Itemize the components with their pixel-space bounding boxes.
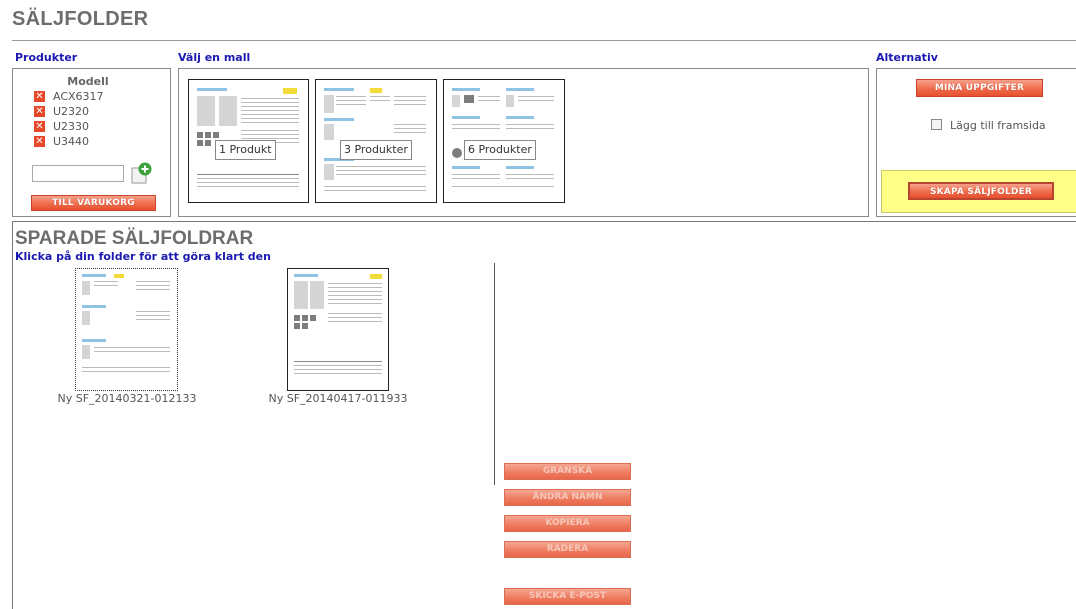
product-item: ✕ U2320 bbox=[34, 104, 104, 119]
product-item: ✕ ACX6317 bbox=[34, 89, 104, 104]
saved-folder-name[interactable]: Ny SF_20140417-011933 bbox=[258, 392, 418, 405]
create-highlight-area: SKAPA SÄLJFOLDER bbox=[881, 170, 1076, 213]
product-model: ACX6317 bbox=[53, 90, 104, 103]
create-folder-button[interactable]: SKAPA SÄLJFOLDER bbox=[908, 182, 1054, 200]
delete-button[interactable]: RADERA bbox=[504, 541, 631, 558]
model-column-header: Modell bbox=[67, 75, 109, 88]
product-model: U2320 bbox=[53, 105, 90, 118]
template-label: 6 Produkter bbox=[464, 140, 536, 160]
template-label: 1 Produkt bbox=[215, 140, 276, 160]
saved-folder-thumbnail[interactable] bbox=[75, 268, 178, 391]
templates-label: Välj en mall bbox=[178, 51, 251, 64]
product-item: ✕ U3440 bbox=[34, 134, 104, 149]
remove-icon[interactable]: ✕ bbox=[34, 136, 45, 147]
rename-button[interactable]: ÄNDRA NAMN bbox=[504, 489, 631, 506]
remove-icon[interactable]: ✕ bbox=[34, 91, 45, 102]
remove-icon[interactable]: ✕ bbox=[34, 106, 45, 117]
alternatives-label: Alternativ bbox=[876, 51, 938, 64]
send-email-button[interactable]: SKICKA E-POST bbox=[504, 588, 631, 605]
saved-folder-name[interactable]: Ny SF_20140321-012133 bbox=[47, 392, 207, 405]
saved-section-divider bbox=[494, 263, 495, 485]
product-model: U3440 bbox=[53, 135, 90, 148]
add-to-cart-button[interactable]: TILL VARUKORG bbox=[31, 195, 156, 211]
template-3-products[interactable]: 3 Produkter bbox=[315, 79, 437, 203]
model-input[interactable] bbox=[32, 165, 124, 182]
saved-section-left-border bbox=[12, 221, 13, 609]
review-button[interactable]: GRANSKA bbox=[504, 463, 631, 480]
add-cover-label: Lägg till framsida bbox=[950, 119, 1046, 132]
add-icon[interactable] bbox=[130, 162, 152, 184]
product-model: U2330 bbox=[53, 120, 90, 133]
add-cover-checkbox[interactable] bbox=[931, 119, 942, 130]
product-item: ✕ U2330 bbox=[34, 119, 104, 134]
page-title: SÄLJFOLDER bbox=[12, 8, 149, 30]
my-info-button[interactable]: MINA UPPGIFTER bbox=[916, 79, 1043, 97]
saved-folders-title: SPARADE SÄLJFOLDRAR bbox=[15, 228, 254, 249]
alternatives-panel: MINA UPPGIFTER Lägg till framsida SKAPA … bbox=[876, 68, 1076, 217]
title-divider bbox=[12, 40, 1076, 41]
product-list: ✕ ACX6317 ✕ U2320 ✕ U2330 ✕ U3440 bbox=[34, 89, 104, 149]
saved-folder-thumbnail[interactable] bbox=[287, 268, 389, 391]
templates-panel: 1 Produkt 3 Produkter 6 Produkter bbox=[178, 68, 869, 217]
template-label: 3 Produkter bbox=[340, 140, 412, 160]
products-label: Produkter bbox=[15, 51, 78, 64]
copy-button[interactable]: KOPIERA bbox=[504, 515, 631, 532]
template-1-product[interactable]: 1 Produkt bbox=[188, 79, 309, 203]
remove-icon[interactable]: ✕ bbox=[34, 121, 45, 132]
products-panel: Modell ✕ ACX6317 ✕ U2320 ✕ U2330 ✕ U3440… bbox=[12, 68, 171, 217]
saved-section-top-border bbox=[12, 221, 1076, 222]
saved-folders-subtitle: Klicka på din folder för att göra klart … bbox=[15, 250, 271, 263]
template-6-products[interactable]: 6 Produkter bbox=[443, 79, 565, 203]
